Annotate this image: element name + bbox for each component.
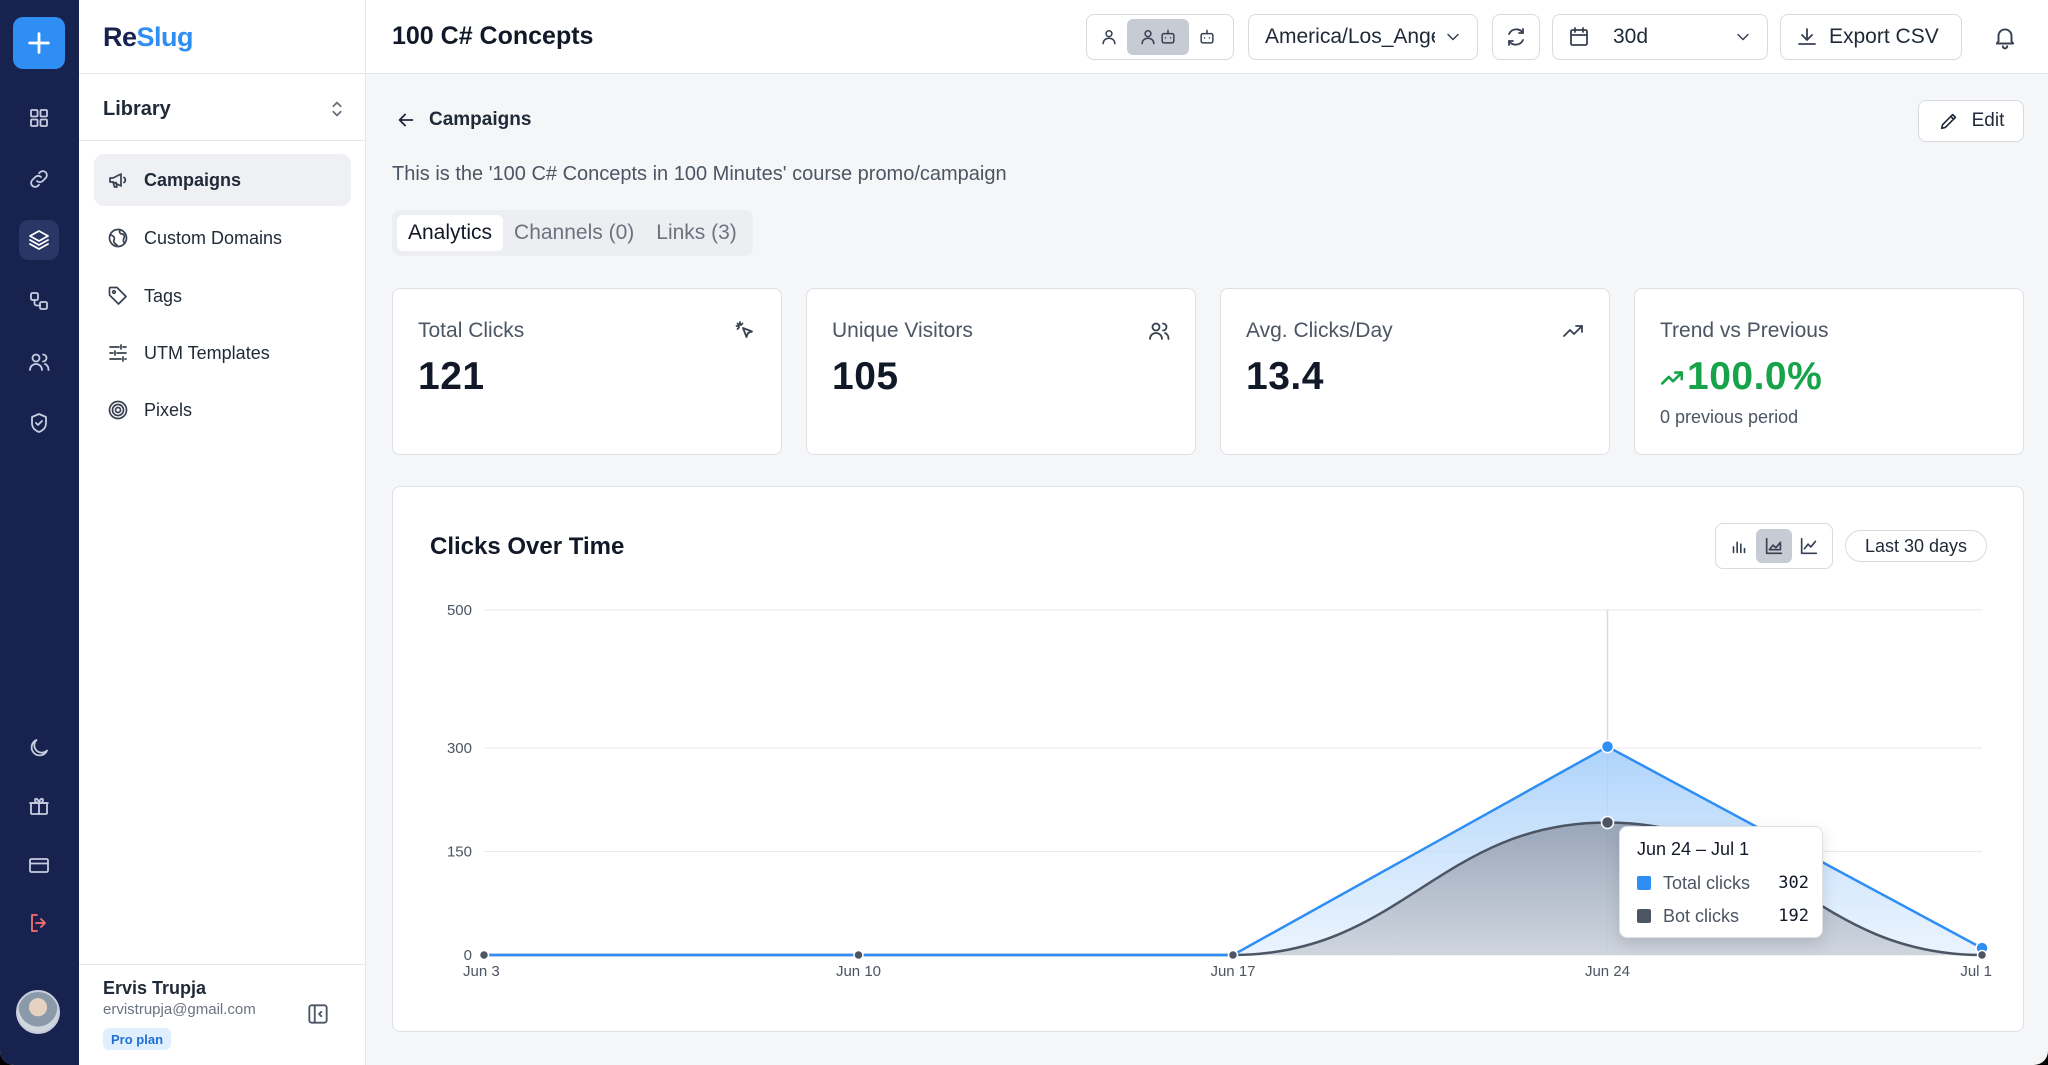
tooltip-row-total-clicks: Total clicks 302 <box>1637 872 1809 894</box>
total-clicks-point <box>1600 739 1615 754</box>
tooltip-label: Bot clicks <box>1663 905 1740 926</box>
tooltip-value: 192 <box>1778 906 1809 926</box>
bot-clicks-point <box>853 949 864 961</box>
bot-clicks-point <box>1227 949 1239 961</box>
y-tick-label: 150 <box>447 844 472 861</box>
app-window: ReSlug Library Campaigns Custom Domains … <box>0 0 2048 1065</box>
x-tick-label: Jun 24 <box>1585 963 1630 980</box>
bot-clicks-point <box>1600 815 1615 830</box>
y-tick-label: 300 <box>447 740 472 757</box>
y-tick-label: 500 <box>447 602 472 619</box>
x-tick-label: Jun 17 <box>1210 963 1255 980</box>
x-tick-label: Jun 10 <box>836 963 881 980</box>
tooltip-row-bot-clicks: Bot clicks 192 <box>1637 905 1809 927</box>
x-tick-label: Jun 3 <box>463 963 500 980</box>
x-tick-label: Jul 1 <box>1960 963 1992 980</box>
tooltip-title: Jun 24 – Jul 1 <box>1637 839 1750 859</box>
tooltip-swatch <box>1637 876 1651 890</box>
bot-clicks-point <box>1976 949 1988 961</box>
tooltip-label: Total clicks <box>1663 872 1751 893</box>
bot-clicks-point <box>478 949 490 961</box>
y-tick-label: 0 <box>464 947 472 964</box>
tooltip-value: 302 <box>1778 873 1809 893</box>
chart-tooltip: Jun 24 – Jul 1 Total clicks 302 Bot clic… <box>1619 826 1823 938</box>
tooltip-swatch <box>1637 909 1651 923</box>
